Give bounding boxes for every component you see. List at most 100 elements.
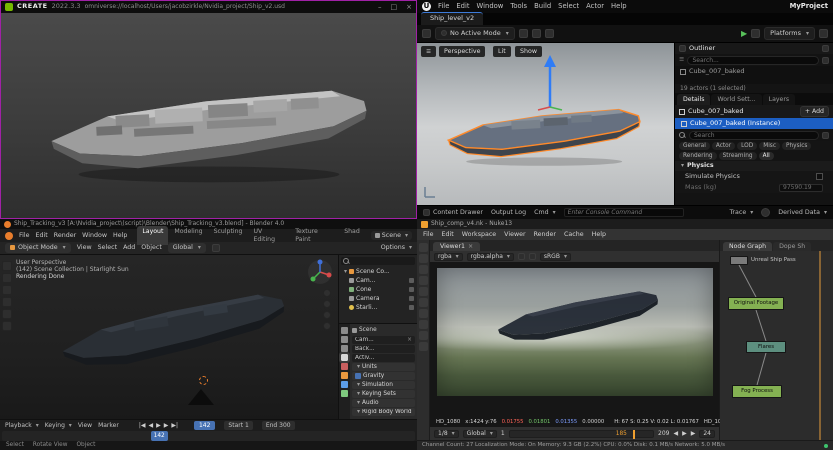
start-frame-field[interactable]: Start 1 — [224, 421, 252, 430]
menu-viewer[interactable]: Viewer — [504, 231, 525, 239]
menu-edit[interactable]: Edit — [456, 2, 469, 10]
physics-tab-icon[interactable] — [341, 381, 348, 388]
play-button[interactable]: ▶ — [741, 29, 747, 39]
colorspace-dropdown[interactable]: sRGB ▾ — [540, 253, 571, 261]
section-rigid-body-world[interactable]: ▾ Rigid Body World — [352, 408, 415, 416]
render-tab-icon[interactable] — [341, 336, 348, 343]
gain-slider-icon[interactable] — [518, 253, 525, 260]
timeline-playhead[interactable]: 142 — [151, 431, 168, 441]
workspace-texture-paint[interactable]: Texture Paint — [290, 226, 338, 245]
tab-layers[interactable]: Layers — [763, 94, 795, 105]
view-menu[interactable]: View — [78, 422, 92, 429]
playback-menu[interactable]: Playback ▾ — [5, 422, 39, 429]
frame-range-mode-dropdown[interactable]: Global ▾ — [463, 430, 497, 438]
filter-icon[interactable]: ≡ — [679, 56, 684, 64]
transform-nodes-icon[interactable] — [419, 331, 428, 340]
workspace-uv-editing[interactable]: UV Editing — [248, 226, 289, 245]
menu-edit[interactable]: Edit — [442, 231, 454, 239]
details-filter-icon[interactable] — [822, 132, 829, 139]
perspective-dropdown[interactable]: Perspective — [439, 46, 485, 57]
world-tab-icon[interactable] — [341, 363, 348, 370]
step-forward-button[interactable]: ▶ — [691, 430, 696, 437]
filter-all[interactable]: All — [759, 152, 774, 161]
trace-dropdown[interactable]: Trace ▾ — [730, 209, 754, 217]
outliner-row[interactable]: Cube_007_baked — [677, 67, 831, 76]
filter-nodes-icon[interactable] — [419, 298, 428, 307]
keyer-nodes-icon[interactable] — [419, 309, 428, 318]
tab-world-settings[interactable]: World Sett... — [711, 94, 761, 105]
workspace-layout[interactable]: Layout — [137, 226, 168, 245]
previous-frame-button[interactable]: ◀ — [148, 422, 153, 429]
viewer-canvas[interactable]: HD_1080 x:1424 y:76 0.01755 0.01801 0.01… — [430, 262, 719, 427]
cmd-dropdown[interactable]: Cmd ▾ — [534, 209, 556, 217]
merge-nodes-icon[interactable] — [419, 320, 428, 329]
console-command-input[interactable] — [564, 208, 684, 217]
outliner-list[interactable]: Cube_007_baked — [675, 66, 833, 84]
level-tab[interactable]: Ship_level_v2 — [421, 12, 483, 25]
tab-dope-sheet[interactable]: Dope Sh — [773, 242, 811, 251]
maximize-button[interactable]: □ — [391, 3, 398, 11]
play-button[interactable]: ▶ — [156, 422, 161, 429]
tool-tab-icon[interactable] — [341, 327, 348, 334]
clear-icon[interactable]: × — [407, 337, 412, 344]
menu-cache[interactable]: Cache — [564, 231, 584, 239]
menu-object[interactable]: Object — [141, 244, 162, 252]
add-component-button[interactable]: + Add — [800, 106, 829, 117]
content-drawer-button[interactable]: Content Drawer — [433, 209, 483, 217]
eye-icon[interactable] — [409, 296, 414, 301]
tab-node-graph[interactable]: Node Graph — [723, 242, 772, 251]
menu-help[interactable]: Help — [592, 231, 606, 239]
workspace-modeling[interactable]: Modeling — [169, 226, 207, 245]
cursor-tool-icon[interactable] — [2, 273, 12, 283]
timeline-scrubber[interactable]: 142 — [2, 431, 415, 441]
minimize-button[interactable]: – — [378, 3, 382, 11]
menu-build[interactable]: Build — [534, 2, 551, 10]
options-dropdown[interactable]: Options ▾ — [381, 244, 412, 252]
toggle-perspective-icon[interactable] — [323, 322, 331, 330]
lit-dropdown[interactable]: Lit — [493, 46, 511, 57]
step-back-button[interactable]: ◀ — [673, 430, 678, 437]
camera-view-icon[interactable] — [323, 311, 331, 319]
active-clip-field[interactable]: Activ... — [352, 354, 415, 362]
transform-orientation-dropdown[interactable]: Global ▾ — [168, 243, 206, 253]
node-graph-canvas[interactable]: Unreal Ship Pass Original Footage Flares… — [720, 251, 833, 440]
frame-slider[interactable]: 185 — [509, 430, 654, 438]
section-simulation[interactable]: ▾ Simulation — [352, 381, 415, 389]
menu-render[interactable]: Render — [54, 232, 76, 240]
pause-icon[interactable] — [751, 29, 760, 38]
zoom-icon[interactable] — [323, 289, 331, 297]
scene-selector[interactable]: Scene ▾ — [371, 231, 412, 241]
menu-file[interactable]: File — [438, 2, 449, 10]
mode-selector[interactable]: No Active Mode ▾ — [435, 27, 515, 41]
play-button[interactable]: ▶ — [682, 430, 687, 437]
outliner-item-row[interactable]: Starli... — [341, 303, 415, 312]
empty-origin-marker[interactable] — [199, 376, 208, 385]
range-in-field[interactable]: 1 — [501, 430, 505, 437]
node-original-footage[interactable]: Original Footage — [728, 297, 784, 310]
simulate-physics-checkbox[interactable] — [816, 173, 823, 180]
output-log-button[interactable]: Output Log — [491, 209, 526, 217]
layer-dropdown[interactable]: rgba ▾ — [434, 253, 463, 261]
node-flares[interactable]: Flares — [746, 341, 786, 353]
object-tab-icon[interactable] — [341, 372, 348, 379]
playhead-marker[interactable] — [633, 430, 635, 439]
zoom-dropdown[interactable]: 1/8 ▾ — [434, 430, 459, 438]
background-scene-field[interactable]: Back... — [352, 345, 415, 353]
output-tab-icon[interactable] — [341, 345, 348, 352]
transform-tool-icon[interactable] — [2, 321, 12, 331]
scene-tab-icon[interactable] — [341, 354, 348, 361]
menu-help[interactable]: Help — [113, 232, 127, 240]
unreal-viewport[interactable]: ≡ Perspective Lit Show — [417, 43, 675, 205]
range-out-field[interactable]: 209 — [658, 430, 669, 437]
cone-object[interactable] — [188, 389, 214, 405]
add-folder-icon[interactable] — [822, 57, 829, 64]
filter-misc[interactable]: Misc — [759, 142, 780, 151]
eye-icon[interactable] — [409, 287, 414, 292]
current-frame-field[interactable]: 142 — [194, 421, 215, 430]
node-unreal-ship-pass[interactable] — [730, 256, 748, 265]
outliner-item-row[interactable]: Cone — [341, 285, 415, 294]
menu-actor[interactable]: Actor — [586, 2, 604, 10]
filter-rendering[interactable]: Rendering — [679, 152, 717, 161]
channel-dropdown[interactable]: rgba.alpha ▾ — [467, 253, 514, 261]
details-search-input[interactable] — [689, 131, 819, 140]
